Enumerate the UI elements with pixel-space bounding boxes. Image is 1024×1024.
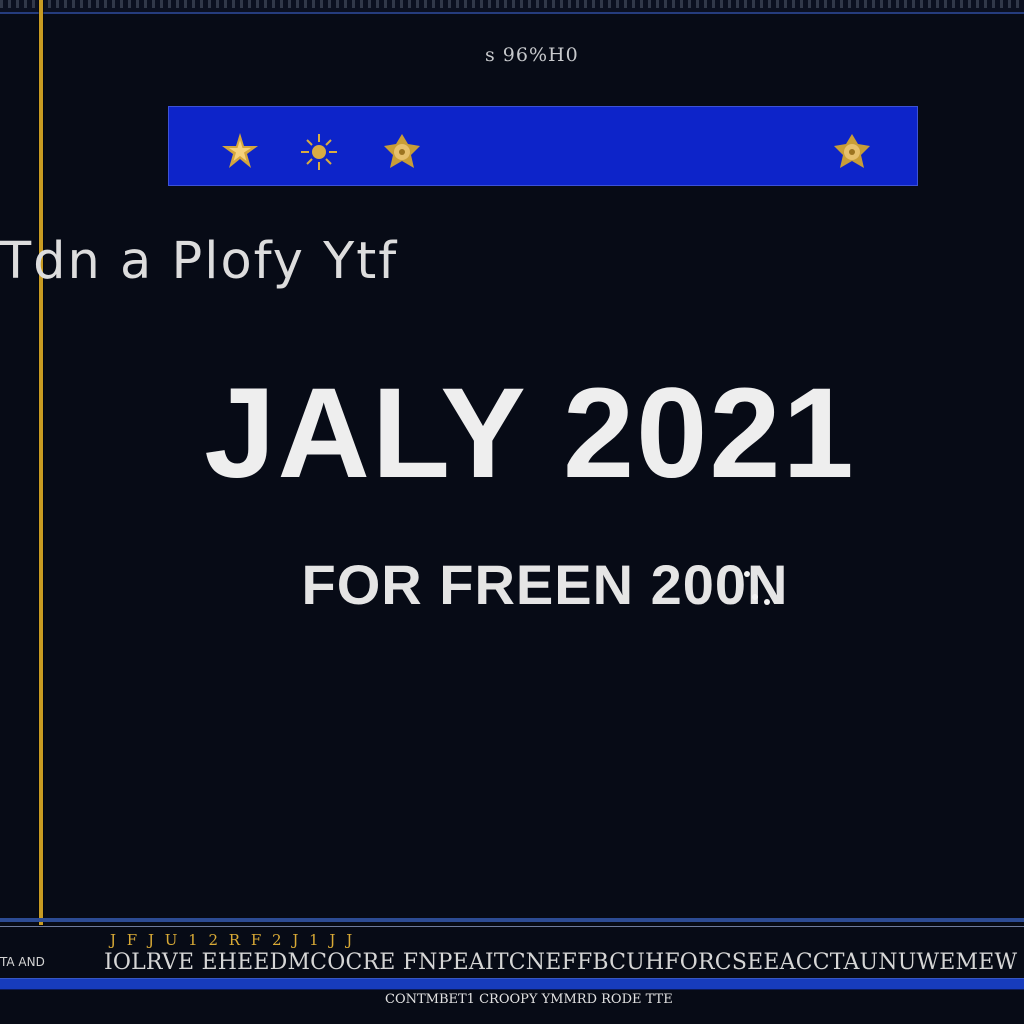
- decorative-speck: [752, 594, 758, 600]
- footer-bottom-text: CONTMBET1 CROOPY YMMRD RODE TTE: [385, 992, 673, 1007]
- top-noise-pattern: [0, 0, 1024, 8]
- footer-main-text: IOLRVE EHEEDMCOCRE FNPEAITCNEFFBCUHFORCS…: [104, 950, 1024, 975]
- footer-mid-rule: [0, 926, 1024, 927]
- star-icon: [218, 130, 262, 174]
- poster-page: s 96%H0 Tdn a Plofy Ytf JALY 2021 FOR FR…: [0, 0, 1024, 1024]
- emblem-star-icon: [380, 130, 424, 174]
- decorative-speck: [764, 599, 770, 605]
- top-decorative-strip: [0, 0, 1024, 14]
- secondary-title: FOR FREEN 200N: [301, 553, 789, 616]
- header-code: s 96%H0: [485, 44, 579, 66]
- footer-gold-text: J F J U 1 2 R F 2 J 1 J J: [110, 931, 356, 949]
- blue-banner: [168, 106, 918, 186]
- footer-blue-bar: [0, 978, 1024, 990]
- subtitle-text: Tdn a Plofy Ytf: [0, 232, 399, 291]
- sun-star-icon: [297, 130, 341, 174]
- footer-top-rule: [0, 918, 1024, 922]
- decorative-speck: [744, 571, 750, 577]
- left-vertical-rule: [39, 0, 43, 925]
- main-title: JALY 2021: [204, 362, 856, 505]
- footer-left-text: TA AND: [0, 955, 45, 969]
- emblem-star-icon: [830, 130, 874, 174]
